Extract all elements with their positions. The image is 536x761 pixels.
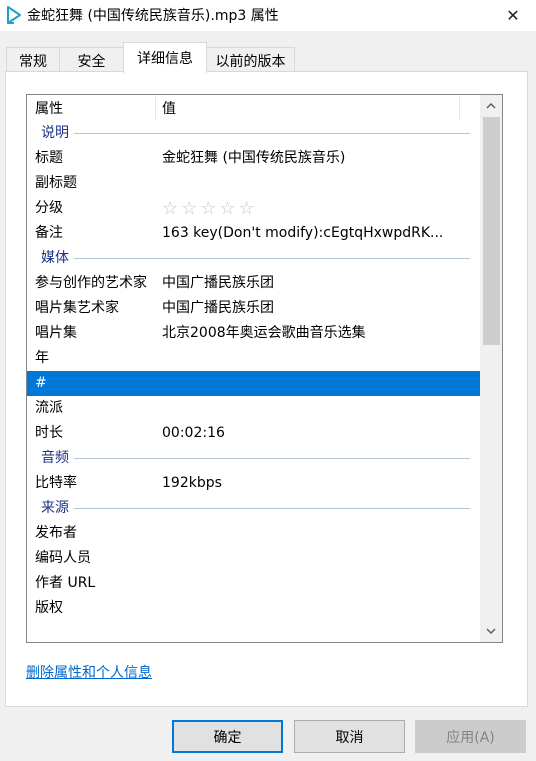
rating-value[interactable]: ☆☆☆☆☆ (162, 196, 462, 221)
property-name: 作者 URL (35, 575, 96, 591)
property-row-genre[interactable]: 流派 (27, 396, 480, 421)
scroll-up-button[interactable] (480, 95, 502, 117)
rating-stars-icon[interactable]: ☆☆☆☆☆ (162, 196, 258, 221)
group-divider (41, 133, 470, 134)
column-divider[interactable] (155, 97, 156, 119)
property-row-album-artist[interactable]: 唱片集艺术家 中国广播民族乐团 (27, 296, 480, 321)
property-value[interactable] (162, 521, 462, 546)
property-name: 版权 (35, 600, 63, 616)
property-name: 时长 (35, 425, 63, 441)
property-name: 唱片集艺术家 (35, 300, 119, 316)
property-value[interactable] (162, 396, 462, 421)
property-row-contributing-artists[interactable]: 参与创作的艺术家 中国广播民族乐团 (27, 271, 480, 296)
property-row-encoded-by[interactable]: 编码人员 (27, 546, 480, 571)
group-divider (41, 458, 470, 459)
title-bar: 金蛇狂舞 (中国传统民族音乐).mp3 属性 ✕ (0, 0, 536, 31)
property-row-bitrate[interactable]: 比特率 192kbps (27, 471, 480, 496)
remove-properties-link[interactable]: 删除属性和个人信息 (26, 662, 152, 682)
column-header-property[interactable]: 属性 (35, 95, 63, 121)
property-row-comments[interactable]: 备注 163 key(Don't modify):cEgtqHxwpdRK... (27, 221, 480, 246)
property-name: 分级 (35, 200, 63, 216)
ok-button[interactable]: 确定 (172, 720, 283, 753)
chevron-down-icon (486, 628, 496, 634)
property-row-year[interactable]: 年 (27, 346, 480, 371)
group-header-audio[interactable]: 音频 (27, 446, 480, 471)
column-header-value[interactable]: 值 (162, 95, 176, 121)
property-value[interactable]: 00:02:16 (162, 421, 462, 446)
column-divider[interactable] (459, 97, 460, 119)
group-header-origin[interactable]: 来源 (27, 496, 480, 521)
property-list[interactable]: 属性 值 说明 标题 金蛇狂舞 (中国传统民族音乐) 副标题 分级 ☆☆☆☆☆ (26, 94, 503, 643)
property-value[interactable] (162, 346, 462, 371)
property-value[interactable]: 北京2008年奥运会歌曲音乐选集 (162, 321, 462, 346)
close-button[interactable]: ✕ (490, 0, 536, 31)
property-rows: 说明 标题 金蛇狂舞 (中国传统民族音乐) 副标题 分级 ☆☆☆☆☆ 备注 16… (27, 121, 480, 621)
group-label: 来源 (41, 496, 74, 521)
scroll-down-button[interactable] (480, 620, 502, 642)
tab-details[interactable]: 详细信息 (123, 42, 207, 73)
property-row-title[interactable]: 标题 金蛇狂舞 (中国传统民族音乐) (27, 146, 480, 171)
property-name: 参与创作的艺术家 (35, 275, 147, 291)
group-label: 说明 (41, 121, 74, 146)
audio-file-icon (6, 6, 22, 24)
property-row-length[interactable]: 时长 00:02:16 (27, 421, 480, 446)
window-title: 金蛇狂舞 (中国传统民族音乐).mp3 属性 (27, 8, 279, 24)
property-row-track-selected[interactable]: # (27, 371, 480, 396)
property-name: 发布者 (35, 525, 77, 541)
group-label: 音频 (41, 446, 74, 471)
apply-button[interactable]: 应用(A) (415, 720, 526, 753)
group-label: 媒体 (41, 246, 74, 271)
property-name: 编码人员 (35, 550, 91, 566)
property-name: 备注 (35, 225, 63, 241)
property-name: 标题 (35, 150, 63, 166)
property-row-publisher[interactable]: 发布者 (27, 521, 480, 546)
property-name: 流派 (35, 400, 63, 416)
vertical-scrollbar[interactable] (480, 95, 502, 642)
close-icon: ✕ (506, 6, 520, 25)
property-value[interactable]: 金蛇狂舞 (中国传统民族音乐) (162, 146, 462, 171)
group-divider (41, 258, 470, 259)
list-header: 属性 值 (27, 95, 480, 121)
tab-previous-versions[interactable]: 以前的版本 (206, 47, 295, 73)
details-page: 属性 值 说明 标题 金蛇狂舞 (中国传统民族音乐) 副标题 分级 ☆☆☆☆☆ (5, 71, 528, 707)
property-value[interactable]: 中国广播民族乐团 (162, 296, 462, 321)
property-value[interactable] (162, 571, 462, 596)
tab-security[interactable]: 安全 (59, 47, 124, 73)
cancel-button[interactable]: 取消 (294, 720, 405, 753)
chevron-up-icon (486, 103, 496, 109)
property-value[interactable]: 163 key(Don't modify):cEgtqHxwpdRK... (162, 221, 462, 246)
property-row-subtitle[interactable]: 副标题 (27, 171, 480, 196)
group-header-description[interactable]: 说明 (27, 121, 480, 146)
property-name: 唱片集 (35, 325, 77, 341)
property-name: # (35, 375, 47, 391)
property-name: 年 (35, 350, 49, 366)
property-value[interactable] (162, 596, 462, 621)
scrollbar-thumb[interactable] (483, 117, 500, 345)
property-row-author-url[interactable]: 作者 URL (27, 571, 480, 596)
tab-general[interactable]: 常规 (6, 47, 60, 73)
property-value[interactable] (162, 171, 462, 196)
property-row-rating[interactable]: 分级 ☆☆☆☆☆ (27, 196, 480, 221)
property-value[interactable] (162, 546, 462, 571)
property-value[interactable] (162, 371, 462, 396)
property-value[interactable]: 中国广播民族乐团 (162, 271, 462, 296)
group-header-media[interactable]: 媒体 (27, 246, 480, 271)
property-row-copyright[interactable]: 版权 (27, 596, 480, 621)
property-name: 比特率 (35, 475, 77, 491)
group-divider (41, 508, 470, 509)
property-value[interactable]: 192kbps (162, 471, 462, 496)
property-name: 副标题 (35, 175, 77, 191)
property-row-album[interactable]: 唱片集 北京2008年奥运会歌曲音乐选集 (27, 321, 480, 346)
